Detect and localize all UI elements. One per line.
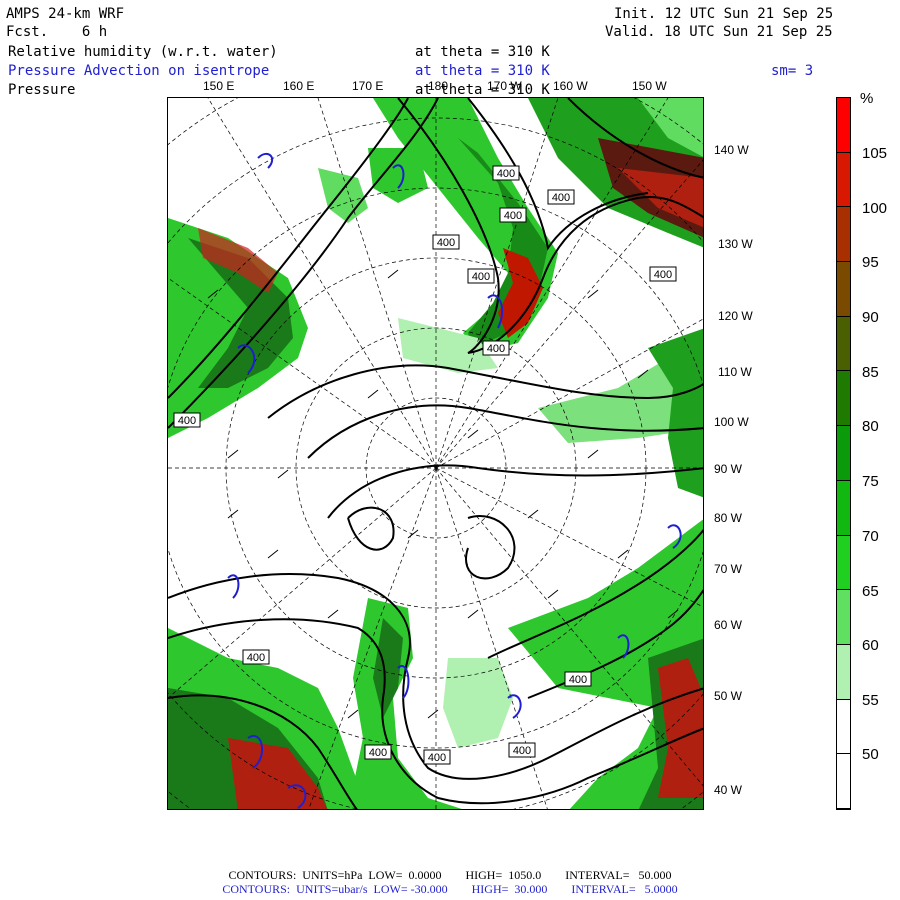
- colorbar-segment: [837, 699, 850, 755]
- contour-label: 400: [513, 745, 531, 757]
- init-time: Init. 12 UTC Sun 21 Sep 25: [614, 6, 834, 22]
- lon-label-right: 60 W: [714, 618, 743, 632]
- smoothing-label: sm= 3: [771, 63, 814, 79]
- lon-label-right: 80 W: [714, 511, 743, 525]
- lon-label-top: 160 E: [283, 79, 315, 93]
- field-1-level: at theta = 310 K: [415, 44, 550, 60]
- colorbar-label: 105: [862, 145, 888, 162]
- lon-label-right: 130 W: [718, 237, 753, 251]
- colorbar-label: 80: [862, 418, 879, 435]
- contour-label: 400: [552, 192, 570, 204]
- colorbar-label: 75: [862, 473, 879, 490]
- colorbar-label: 95: [862, 254, 879, 271]
- lon-label-right: 90 W: [714, 462, 743, 476]
- colorbar-segment: [837, 590, 850, 645]
- contour-label: 400: [437, 237, 455, 249]
- colorbar-label: 60: [862, 637, 879, 654]
- colorbar-label: 90: [862, 309, 879, 326]
- lon-label-right: 110 W: [718, 365, 752, 379]
- colorbar-label: 70: [862, 528, 879, 545]
- colorbar-label: 65: [862, 583, 879, 600]
- colorbar-segment: [837, 98, 850, 153]
- colorbar-segment: [837, 480, 850, 536]
- lon-label-top: 170 E: [352, 79, 384, 93]
- colorbar-segment: [837, 754, 850, 809]
- field-2-name: Pressure Advection on isentrope: [8, 63, 270, 79]
- contour-label: 400: [178, 415, 196, 427]
- colorbar-segment: [837, 207, 850, 263]
- lon-label-right: 140 W: [714, 143, 749, 157]
- lon-label-right: 120 W: [718, 309, 753, 323]
- colorbar-segment: [837, 644, 850, 700]
- contour-label: 400: [369, 747, 387, 759]
- lon-label-right: 100 W: [714, 415, 749, 429]
- footer-contours-pressure: CONTOURS: UNITS=hPa LOW= 0.0000 HIGH= 10…: [228, 868, 672, 882]
- contour-label: 400: [428, 752, 446, 764]
- colorbar: [836, 97, 851, 810]
- contour-label: 400: [497, 168, 515, 180]
- lon-label-top: 160 W: [553, 79, 588, 93]
- model-title: AMPS 24-km WRF: [6, 6, 125, 22]
- lon-label-top: 170 W: [487, 79, 522, 93]
- lon-label-top: 150 W: [632, 79, 667, 93]
- forecast-hour: Fcst. 6 h: [6, 24, 108, 40]
- lon-label-right: 70 W: [714, 562, 743, 576]
- field-1-name: Relative humidity (w.r.t. water): [8, 44, 278, 60]
- colorbar-label: 50: [862, 746, 879, 763]
- colorbar-label: 100: [862, 200, 888, 217]
- colorbar-segment: [837, 535, 850, 591]
- contour-label: 400: [654, 269, 672, 281]
- lon-label-right: 40 W: [714, 783, 743, 797]
- contour-label: 400: [472, 271, 490, 283]
- lon-label-right: 50 W: [714, 689, 743, 703]
- lon-label-top: 150 E: [203, 79, 235, 93]
- field-2-level: at theta = 310 K: [415, 63, 550, 79]
- colorbar-label: 85: [862, 364, 879, 381]
- colorbar-unit: %: [860, 90, 874, 107]
- colorbar-segment: [837, 262, 850, 317]
- valid-time: Valid. 18 UTC Sun 21 Sep 25: [605, 24, 833, 40]
- colorbar-label: 55: [862, 692, 879, 709]
- field-3-name: Pressure: [8, 82, 76, 98]
- colorbar-segment: [837, 152, 850, 208]
- footer-contours-advection: CONTOURS: UNITS=ubar/s LOW= -30.000 HIGH…: [222, 882, 678, 896]
- lon-label-top: 180: [428, 79, 449, 93]
- polar-map: 400 400 400 400 400 400 400 400 400 400 …: [168, 98, 703, 809]
- colorbar-segment: [837, 316, 850, 372]
- contour-label: 400: [569, 674, 587, 686]
- map-panel: 400 400 400 400 400 400 400 400 400 400 …: [167, 97, 704, 810]
- colorbar-segment: [837, 371, 850, 427]
- contour-label: 400: [247, 652, 265, 664]
- contour-label: 400: [504, 210, 522, 222]
- contour-label: 400: [487, 343, 505, 355]
- colorbar-segment: [837, 426, 850, 481]
